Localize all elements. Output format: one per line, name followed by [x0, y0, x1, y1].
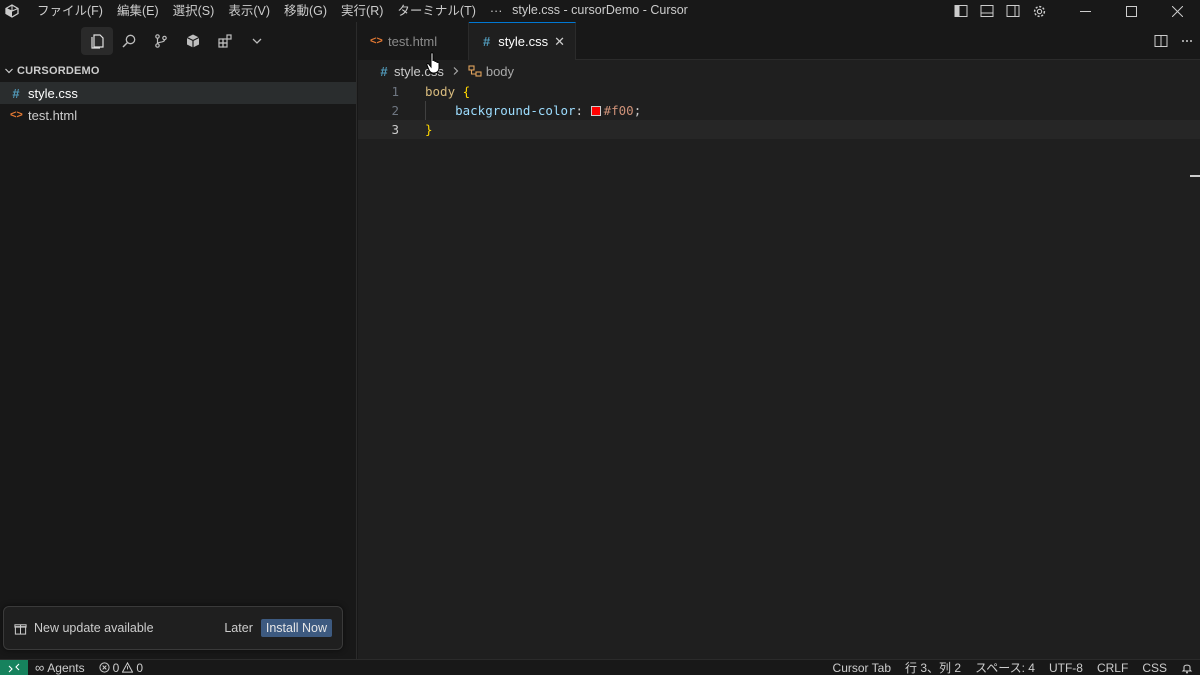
agents-status[interactable]: ∞ Agents	[28, 660, 92, 675]
css-file-icon: #	[483, 34, 491, 49]
encoding-status[interactable]: UTF-8	[1042, 661, 1090, 675]
indentation-status[interactable]: スペース: 4	[968, 659, 1042, 675]
file-item-label: test.html	[28, 107, 78, 123]
menu-edit[interactable]: 編集(E)	[110, 0, 166, 22]
source-control-icon[interactable]	[145, 27, 177, 55]
cursor-position[interactable]: 行 3、列 2	[898, 659, 968, 675]
css-value: #f00	[603, 103, 634, 118]
install-now-button[interactable]: Install Now	[260, 619, 332, 637]
explorer-section-header[interactable]: CURSORDEMO	[0, 60, 356, 82]
status-bar: ∞ Agents 0 0 Cursor Tab 行 3、列 2 スペース: 4 …	[0, 659, 1200, 675]
color-swatch[interactable]	[590, 106, 601, 116]
css-file-icon: #	[380, 63, 388, 79]
toggle-primary-sidebar-icon[interactable]	[948, 0, 974, 22]
toggle-panel-icon[interactable]	[974, 0, 1000, 22]
minimize-icon[interactable]	[1062, 0, 1108, 22]
css-file-icon: #	[12, 85, 20, 101]
problems-status[interactable]: 0 0	[92, 661, 150, 675]
activity-bar	[0, 22, 356, 60]
infinity-icon: ∞	[35, 660, 45, 675]
agents-label: Agents	[47, 660, 85, 675]
menu-view[interactable]: 表示(V)	[221, 0, 277, 22]
search-icon[interactable]	[113, 27, 145, 55]
tab-label: test.html	[388, 33, 438, 49]
code-line-current[interactable]: 3 }	[358, 120, 1200, 139]
close-window-icon[interactable]	[1154, 0, 1200, 22]
symbol-class-icon	[468, 65, 482, 77]
cursor-logo-icon	[0, 0, 24, 22]
file-item-label: style.css	[28, 85, 78, 101]
css-selector: body	[425, 84, 456, 99]
chevron-down-icon[interactable]	[241, 27, 273, 55]
extensions-grid-icon[interactable]	[209, 27, 241, 55]
html-file-icon: <>	[10, 109, 23, 121]
line-number: 1	[391, 84, 399, 99]
line-number: 2	[391, 103, 399, 118]
tab-label: style.css	[498, 34, 549, 49]
menu-run[interactable]: 実行(R)	[334, 0, 390, 22]
cursor-tab-status[interactable]: Cursor Tab	[826, 661, 898, 675]
split-editor-icon[interactable]	[1148, 28, 1174, 54]
settings-gear-icon[interactable]	[1026, 0, 1052, 22]
explorer-icon[interactable]	[81, 27, 113, 55]
gift-icon	[14, 623, 27, 635]
notifications-bell-icon[interactable]	[1174, 662, 1200, 674]
more-actions-icon[interactable]	[1174, 28, 1200, 54]
menu-selection[interactable]: 選択(S)	[166, 0, 222, 22]
menu-bar: ファイル(F) 編集(E) 選択(S) 表示(V) 移動(G) 実行(R) ター…	[30, 0, 509, 22]
toggle-secondary-sidebar-icon[interactable]	[1000, 0, 1026, 22]
css-property: background-color	[455, 103, 576, 118]
line-number: 3	[391, 122, 399, 137]
semicolon: ;	[633, 103, 642, 118]
chevron-right-icon	[453, 67, 459, 75]
warning-count: 0	[136, 660, 144, 675]
menu-terminal[interactable]: ターミナル(T)	[390, 0, 482, 22]
menu-more[interactable]: ···	[483, 0, 510, 22]
file-item-style-css[interactable]: # style.css	[0, 82, 356, 104]
menu-go[interactable]: 移動(G)	[277, 0, 334, 22]
eol-status[interactable]: CRLF	[1090, 661, 1135, 675]
menu-file[interactable]: ファイル(F)	[30, 0, 110, 22]
update-notification: New update available Later Install Now	[3, 606, 343, 650]
open-brace: {	[462, 84, 471, 99]
notification-message: New update available	[34, 621, 154, 635]
code-editor[interactable]: 1 body { 2 background-color: #f00; 3 }	[358, 82, 1200, 177]
warning-icon	[122, 662, 134, 673]
editor-area: <> test.html # style.css ✕ # style.css b…	[358, 22, 1200, 659]
close-brace: }	[425, 122, 433, 137]
later-button[interactable]: Later	[224, 621, 253, 635]
sidebar: CURSORDEMO # style.css <> test.html	[0, 22, 357, 659]
code-line[interactable]: 2 background-color: #f00;	[358, 101, 1200, 120]
tab-bar: <> test.html # style.css ✕	[358, 22, 1200, 60]
tab-test-html[interactable]: <> test.html	[358, 22, 469, 60]
maximize-icon[interactable]	[1108, 0, 1154, 22]
html-file-icon: <>	[370, 35, 383, 47]
title-bar: ファイル(F) 編集(E) 選択(S) 表示(V) 移動(G) 実行(R) ター…	[0, 0, 1200, 22]
error-count: 0	[112, 660, 120, 675]
extensions-cube-icon[interactable]	[177, 27, 209, 55]
explorer-section-title: CURSORDEMO	[17, 65, 100, 77]
overview-ruler-mark	[1190, 175, 1200, 177]
chevron-down-icon	[5, 68, 13, 74]
tab-style-css[interactable]: # style.css ✕	[469, 22, 576, 60]
language-mode[interactable]: CSS	[1135, 661, 1174, 675]
error-icon	[99, 662, 110, 673]
breadcrumb-symbol[interactable]: body	[486, 64, 514, 79]
colon: :	[575, 103, 584, 118]
remote-indicator-icon[interactable]	[0, 659, 28, 675]
pointer-hand-icon	[426, 52, 442, 77]
code-line[interactable]: 1 body {	[358, 82, 1200, 101]
file-item-test-html[interactable]: <> test.html	[0, 104, 356, 126]
breadcrumb: # style.css body	[358, 60, 1200, 82]
close-tab-icon[interactable]: ✕	[554, 34, 565, 50]
